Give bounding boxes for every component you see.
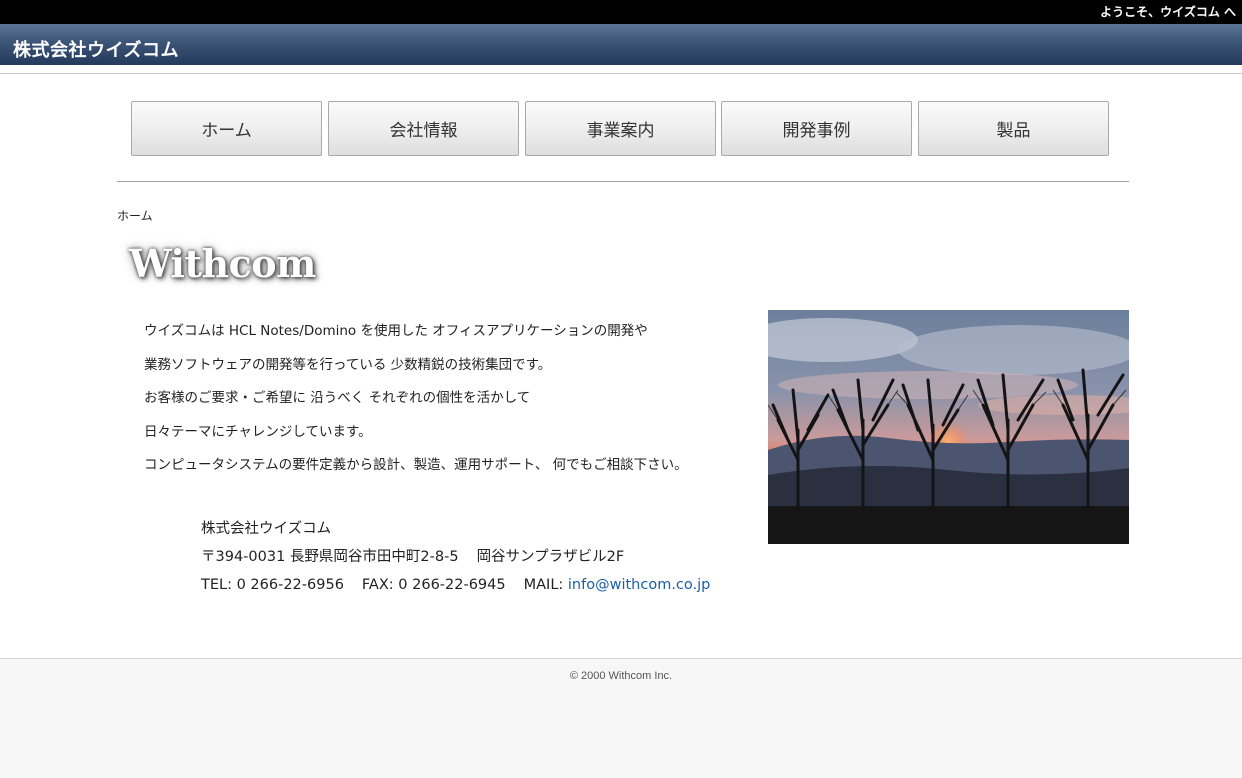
nav-home-button[interactable]: ホーム	[131, 101, 322, 156]
company-name: 株式会社ウイズコム	[201, 521, 332, 537]
tel-number: TEL: 0 266-22-6956	[201, 577, 344, 593]
fax-number: FAX: 0 266-22-6945	[361, 577, 506, 593]
nav-divider	[117, 181, 1129, 182]
intro-line: ウイズコムは HCL Notes/Domino を使用した オフィスアプリケーシ…	[144, 323, 648, 339]
intro-line: 業務ソフトウェアの開発等を行っている 少数精鋭の技術集団です。	[144, 356, 552, 373]
top-bar: ようこそ、ウイズコム へ	[0, 0, 1242, 24]
intro-text: ウイズコムは HCL Notes/Domino を使用した オフィスアプリケーシ…	[144, 315, 744, 483]
header-divider	[0, 73, 1242, 74]
nav-company-button[interactable]: 会社情報	[328, 101, 519, 156]
postal-address-line: 〒394-0031 長野県岡谷市田中町2-8-5 岡谷サンプラザビル2F	[201, 543, 710, 571]
main-content: ホーム 会社情報 事業案内 開発事例 製品 ホーム Withcom ウイズコムは…	[0, 65, 1242, 658]
welcome-link[interactable]: ようこそ、ウイズコム へ	[1100, 3, 1236, 20]
header-bar: 株式会社ウイズコム	[0, 24, 1242, 65]
company-address: 株式会社ウイズコム 〒394-0031 長野県岡谷市田中町2-8-5 岡谷サンプラ…	[201, 515, 710, 599]
main-nav: ホーム 会社情報 事業案内 開発事例 製品	[131, 101, 1111, 156]
email-link[interactable]: info@withcom.co.jp	[568, 577, 710, 593]
postal-address: 〒394-0031 長野県岡谷市田中町2-8-5	[201, 549, 459, 565]
nav-cases-button[interactable]: 開発事例	[721, 101, 912, 156]
building-name: 岡谷サンプラザビル2F	[476, 549, 625, 565]
nav-products-button[interactable]: 製品	[918, 101, 1109, 156]
nav-business-button[interactable]: 事業案内	[525, 101, 716, 156]
mail-label: MAIL:	[523, 577, 564, 593]
intro-line: コンピュータシステムの要件定義から設計、製造、運用サポート、 何でもご相談下さい…	[144, 457, 688, 473]
intro-line: お客様のご要求・ご希望に 沿うべく それぞれの個性を活かして	[144, 390, 531, 406]
site-title: 株式会社ウイズコム	[13, 40, 179, 61]
intro-line: 日々テーマにチャレンジしています。	[144, 423, 372, 440]
copyright-text: © 2000 Withcom Inc.	[569, 670, 673, 682]
sunset-trees-photo	[768, 310, 1129, 544]
contact-line: TEL: 0 266-22-6956 FAX: 0 266-22-6945 MAIL…	[201, 571, 710, 599]
breadcrumb: ホーム	[117, 209, 153, 223]
footer: © 2000 Withcom Inc.	[0, 658, 1242, 778]
withcom-logo: Withcom	[129, 241, 316, 286]
